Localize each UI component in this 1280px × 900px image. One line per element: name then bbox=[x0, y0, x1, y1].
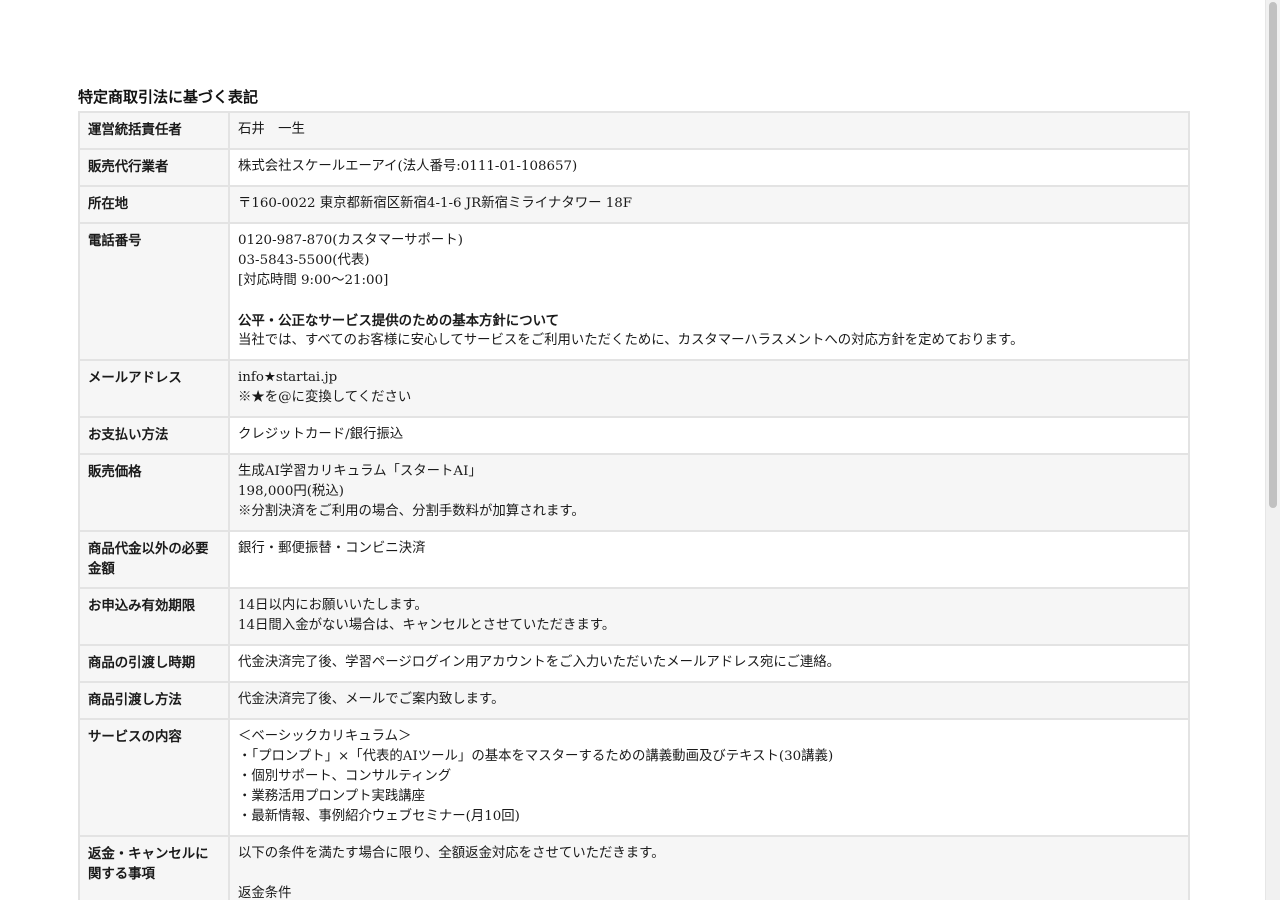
table-row: 返金・キャンセルに関する事項 以下の条件を満たす場合に限り、全額返金対応をさせてい… bbox=[78, 835, 1190, 900]
scrollbar-thumb[interactable] bbox=[1269, 2, 1277, 508]
row-label: 販売価格 bbox=[78, 453, 230, 532]
row-value: 代金決済完了後、メールでご案内致します。 bbox=[228, 681, 1190, 720]
value-line: 当社では、すべてのお客様に安心してサービスをご利用いただくために、カスタマーハラ… bbox=[238, 333, 1024, 348]
row-value: info★startai.jp ※★を@に変換してください bbox=[228, 359, 1190, 418]
row-value: 代金決済完了後、学習ページログイン用アカウントをご入力いただいたメールアドレス宛… bbox=[228, 644, 1190, 683]
row-label: サービスの内容 bbox=[78, 718, 230, 837]
value-line: 14日間入金がない場合は、キャンセルとさせていただきます。 bbox=[238, 618, 616, 633]
row-value: 〒160-0022 東京都新宿区新宿4-1-6 JR新宿ミライナタワー 18F bbox=[228, 185, 1190, 224]
row-label: メールアドレス bbox=[78, 359, 230, 418]
value-line bbox=[238, 864, 1180, 884]
value-line: 以下の条件を満たす場合に限り、全額返金対応をさせていただきます。 bbox=[238, 846, 665, 861]
row-label: 販売代行業者 bbox=[78, 148, 230, 187]
value-line: ＜ベーシックカリキュラム＞ bbox=[238, 729, 412, 744]
value-line: ・個別サポート、コンサルティング bbox=[238, 769, 452, 784]
row-label: 返金・キャンセルに関する事項 bbox=[78, 835, 230, 900]
value-line: 銀行・郵便振替・コンビニ決済 bbox=[238, 541, 426, 556]
table-row: 運営統括責任者 石井 一生 bbox=[78, 111, 1190, 150]
row-label: お申込み有効期限 bbox=[78, 587, 230, 646]
value-line: ・業務活用プロンプト実践講座 bbox=[238, 789, 426, 804]
row-value: 0120-987-870(カスタマーサポート) 03-5843-5500(代表) [… bbox=[228, 222, 1190, 361]
value-line: 代金決済完了後、メールでご案内致します。 bbox=[238, 692, 505, 707]
row-label: 商品引渡し方法 bbox=[78, 681, 230, 720]
row-value: 生成AI学習カリキュラム「スタートAI」 198,000円(税込) ※分割決済をご利… bbox=[228, 453, 1190, 532]
commerce-disclosure-table: 運営統括責任者 石井 一生 販売代行業者 株式会社スケールエーアイ(法人番号:0111… bbox=[78, 111, 1190, 900]
value-line: 生成AI学習カリキュラム「スタートAI」 bbox=[238, 464, 482, 479]
value-line: 代金決済完了後、学習ページログイン用アカウントをご入力いただいたメールアドレス宛… bbox=[238, 655, 841, 670]
value-line: 14日以内にお願いいたします。 bbox=[238, 598, 428, 613]
table-row: お申込み有効期限 14日以内にお願いいたします。 14日間入金がない場合は、キャンセ… bbox=[78, 587, 1190, 646]
table-row: お支払い方法 クレジットカード/銀行振込 bbox=[78, 416, 1190, 455]
row-label: 運営統括責任者 bbox=[78, 111, 230, 150]
value-line: 〒160-0022 東京都新宿区新宿4-1-6 JR新宿ミライナタワー 18F bbox=[238, 196, 633, 211]
page-content: 特定商取引法に基づく表記 運営統括責任者 石井 一生 販売代行業者 株式会社スケールエ… bbox=[78, 86, 1190, 900]
row-value: ＜ベーシックカリキュラム＞ ・「プロンプト」×「代表的AIツール」の基本をマスター… bbox=[228, 718, 1190, 837]
vertical-scrollbar[interactable] bbox=[1265, 0, 1280, 900]
value-line: クレジットカード/銀行振込 bbox=[238, 427, 404, 442]
table-row: 販売価格 生成AI学習カリキュラム「スタートAI」 198,000円(税込) ※分割決… bbox=[78, 453, 1190, 532]
value-line: 石井 一生 bbox=[238, 122, 305, 137]
value-line: ※分割決済をご利用の場合、分割手数料が加算されます。 bbox=[238, 504, 585, 519]
value-line: 0120-987-870(カスタマーサポート) bbox=[238, 233, 463, 248]
value-line bbox=[238, 291, 1180, 311]
row-value: 14日以内にお願いいたします。 14日間入金がない場合は、キャンセルとさせていただ… bbox=[228, 587, 1190, 646]
row-label: 商品の引渡し時期 bbox=[78, 644, 230, 683]
table-row: 商品引渡し方法 代金決済完了後、メールでご案内致します。 bbox=[78, 681, 1190, 720]
table-row: 商品の引渡し時期 代金決済完了後、学習ページログイン用アカウントをご入力いただいた… bbox=[78, 644, 1190, 683]
table-row: 販売代行業者 株式会社スケールエーアイ(法人番号:0111-01-108657) bbox=[78, 148, 1190, 187]
row-value: 石井 一生 bbox=[228, 111, 1190, 150]
value-heading-line: 公平・公正なサービス提供のための基本方針について bbox=[238, 313, 559, 329]
row-value: 株式会社スケールエーアイ(法人番号:0111-01-108657) bbox=[228, 148, 1190, 187]
value-line: ※★を@に変換してください bbox=[238, 390, 412, 405]
table-row: メールアドレス info★startai.jp ※★を@に変換してください bbox=[78, 359, 1190, 418]
value-line: info★startai.jp bbox=[238, 370, 338, 385]
table-row: 電話番号 0120-987-870(カスタマーサポート) 03-5843-5500(… bbox=[78, 222, 1190, 361]
row-value: クレジットカード/銀行振込 bbox=[228, 416, 1190, 455]
row-label: 所在地 bbox=[78, 185, 230, 224]
value-line: 03-5843-5500(代表) bbox=[238, 253, 370, 268]
row-label: 電話番号 bbox=[78, 222, 230, 361]
value-line: ・「プロンプト」×「代表的AIツール」の基本をマスターするための講義動画及びテキ… bbox=[238, 749, 834, 764]
row-label: お支払い方法 bbox=[78, 416, 230, 455]
row-value: 以下の条件を満たす場合に限り、全額返金対応をさせていただきます。 返金条件 bbox=[228, 835, 1190, 900]
value-line: [対応時間 9:00〜21:00] bbox=[238, 273, 389, 288]
value-line: 返金条件 bbox=[238, 886, 292, 900]
value-line: 198,000円(税込) bbox=[238, 484, 344, 499]
value-line: ・最新情報、事例紹介ウェブセミナー(月10回) bbox=[238, 809, 520, 824]
page-title: 特定商取引法に基づく表記 bbox=[78, 88, 259, 106]
table-row: サービスの内容 ＜ベーシックカリキュラム＞ ・「プロンプト」×「代表的AIツール」の… bbox=[78, 718, 1190, 837]
table-row: 所在地 〒160-0022 東京都新宿区新宿4-1-6 JR新宿ミライナタワー 1… bbox=[78, 185, 1190, 224]
row-value: 銀行・郵便振替・コンビニ決済 bbox=[228, 530, 1190, 589]
table-row: 商品代金以外の必要金額 銀行・郵便振替・コンビニ決済 bbox=[78, 530, 1190, 589]
row-label: 商品代金以外の必要金額 bbox=[78, 530, 230, 589]
value-line: 株式会社スケールエーアイ(法人番号:0111-01-108657) bbox=[238, 159, 578, 174]
